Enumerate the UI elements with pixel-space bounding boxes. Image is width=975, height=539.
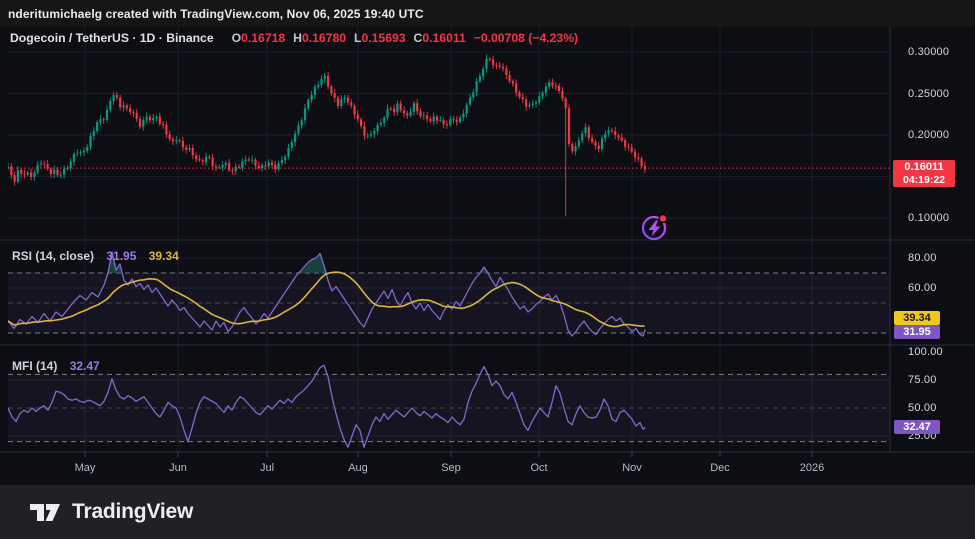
time-axis-label: 2026 — [800, 462, 824, 474]
tradingview-logo-icon[interactable] — [28, 497, 62, 527]
price-scale-label: 0.20000 — [908, 129, 975, 141]
mfi-pane-header[interactable]: MFI (14) 32.47 — [12, 359, 100, 373]
bar-countdown: 04:19:22 — [893, 174, 955, 187]
spark-button[interactable] — [636, 208, 674, 246]
rsi-scale-label: 80.00 — [908, 252, 975, 264]
mfi-value-badge: 32.47 — [894, 420, 940, 434]
low-value: 0.15693 — [361, 31, 405, 45]
rsi-scale-label: 60.00 — [908, 282, 975, 294]
open-value: 0.16718 — [241, 31, 285, 45]
time-axis-label: Nov — [622, 462, 642, 474]
high-label: H — [293, 31, 302, 45]
tradingview-brand-text[interactable]: TradingView — [72, 500, 193, 524]
time-axis-label: Jun — [169, 462, 187, 474]
close-value: 0.16011 — [422, 31, 465, 45]
time-axis-label: Aug — [348, 462, 368, 474]
watermark-text: nderitumichaelg created with TradingView… — [0, 7, 424, 21]
chart-canvas[interactable] — [0, 0, 975, 539]
symbol-title[interactable]: Dogecoin / TetherUS · 1D · Binance — [10, 31, 214, 45]
last-price: 0.16011 — [893, 161, 955, 174]
time-axis-label: Dec — [710, 462, 730, 474]
mfi-scale-label: 100.00 — [908, 346, 975, 358]
time-axis-label: Oct — [530, 462, 547, 474]
mfi-value: 32.47 — [70, 359, 100, 373]
change-value: −0.00708 (−4.23%) — [474, 31, 578, 45]
price-scale-label: 0.30000 — [908, 46, 975, 58]
watermark-bar: nderitumichaelg created with TradingView… — [0, 0, 975, 27]
rsi-title: RSI (14, close) — [12, 249, 94, 263]
rsi-ma-badge: 39.34 — [894, 311, 940, 325]
notification-dot — [660, 215, 666, 221]
time-axis-label: Jul — [260, 462, 274, 474]
mfi-scale-label: 75.00 — [908, 374, 975, 386]
rsi-value-badge: 31.95 — [894, 325, 940, 339]
lightning-icon — [649, 221, 661, 237]
tradingview-chart-window: nderitumichaelg created with TradingView… — [0, 0, 975, 539]
price-scale-label: 0.10000 — [908, 212, 975, 224]
time-axis-label: May — [75, 462, 96, 474]
rsi-pane-header[interactable]: RSI (14, close) 31.95 39.34 — [12, 249, 179, 263]
price-scale-label: 0.25000 — [908, 88, 975, 100]
open-label: O — [232, 31, 241, 45]
high-value: 0.16780 — [302, 31, 346, 45]
mfi-title: MFI (14) — [12, 359, 57, 373]
rsi-ma-value: 39.34 — [149, 249, 179, 263]
footer-bar: TradingView — [0, 485, 975, 539]
mfi-scale-label: 50.00 — [908, 402, 975, 414]
last-price-badge: 0.16011 04:19:22 — [893, 160, 955, 187]
rsi-value: 31.95 — [106, 249, 136, 263]
symbol-legend[interactable]: Dogecoin / TetherUS · 1D · BinanceO0.167… — [10, 31, 578, 45]
time-axis-label: Sep — [441, 462, 461, 474]
